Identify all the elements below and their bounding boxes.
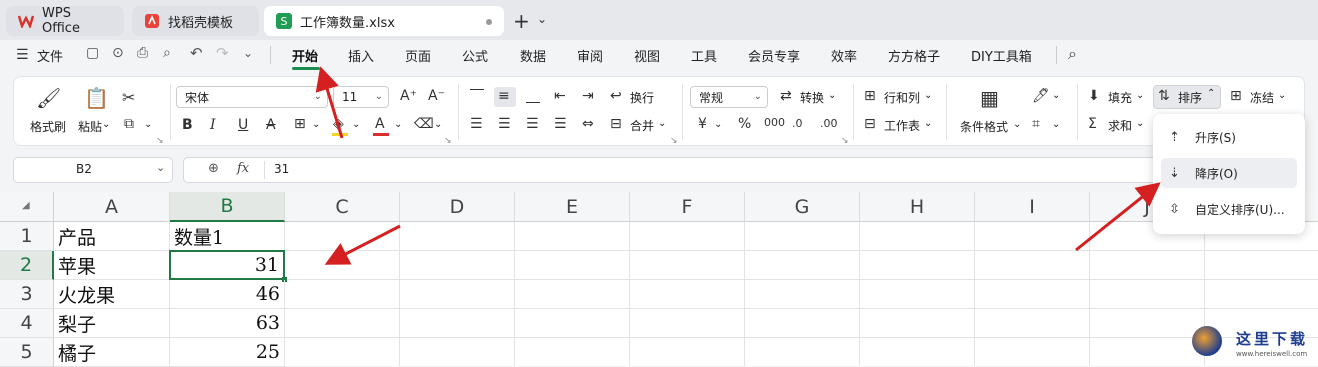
arrow-to-descending bbox=[1075, 182, 1161, 252]
arrow-to-home-tab bbox=[315, 66, 344, 139]
watermark-url: www.hereiswell.com bbox=[1236, 350, 1308, 358]
watermark-logo-icon bbox=[1192, 326, 1222, 356]
arrow-to-selected-cell bbox=[324, 224, 401, 265]
watermark-text: 这里下载 bbox=[1236, 330, 1309, 348]
annotation-arrows bbox=[315, 66, 1161, 265]
